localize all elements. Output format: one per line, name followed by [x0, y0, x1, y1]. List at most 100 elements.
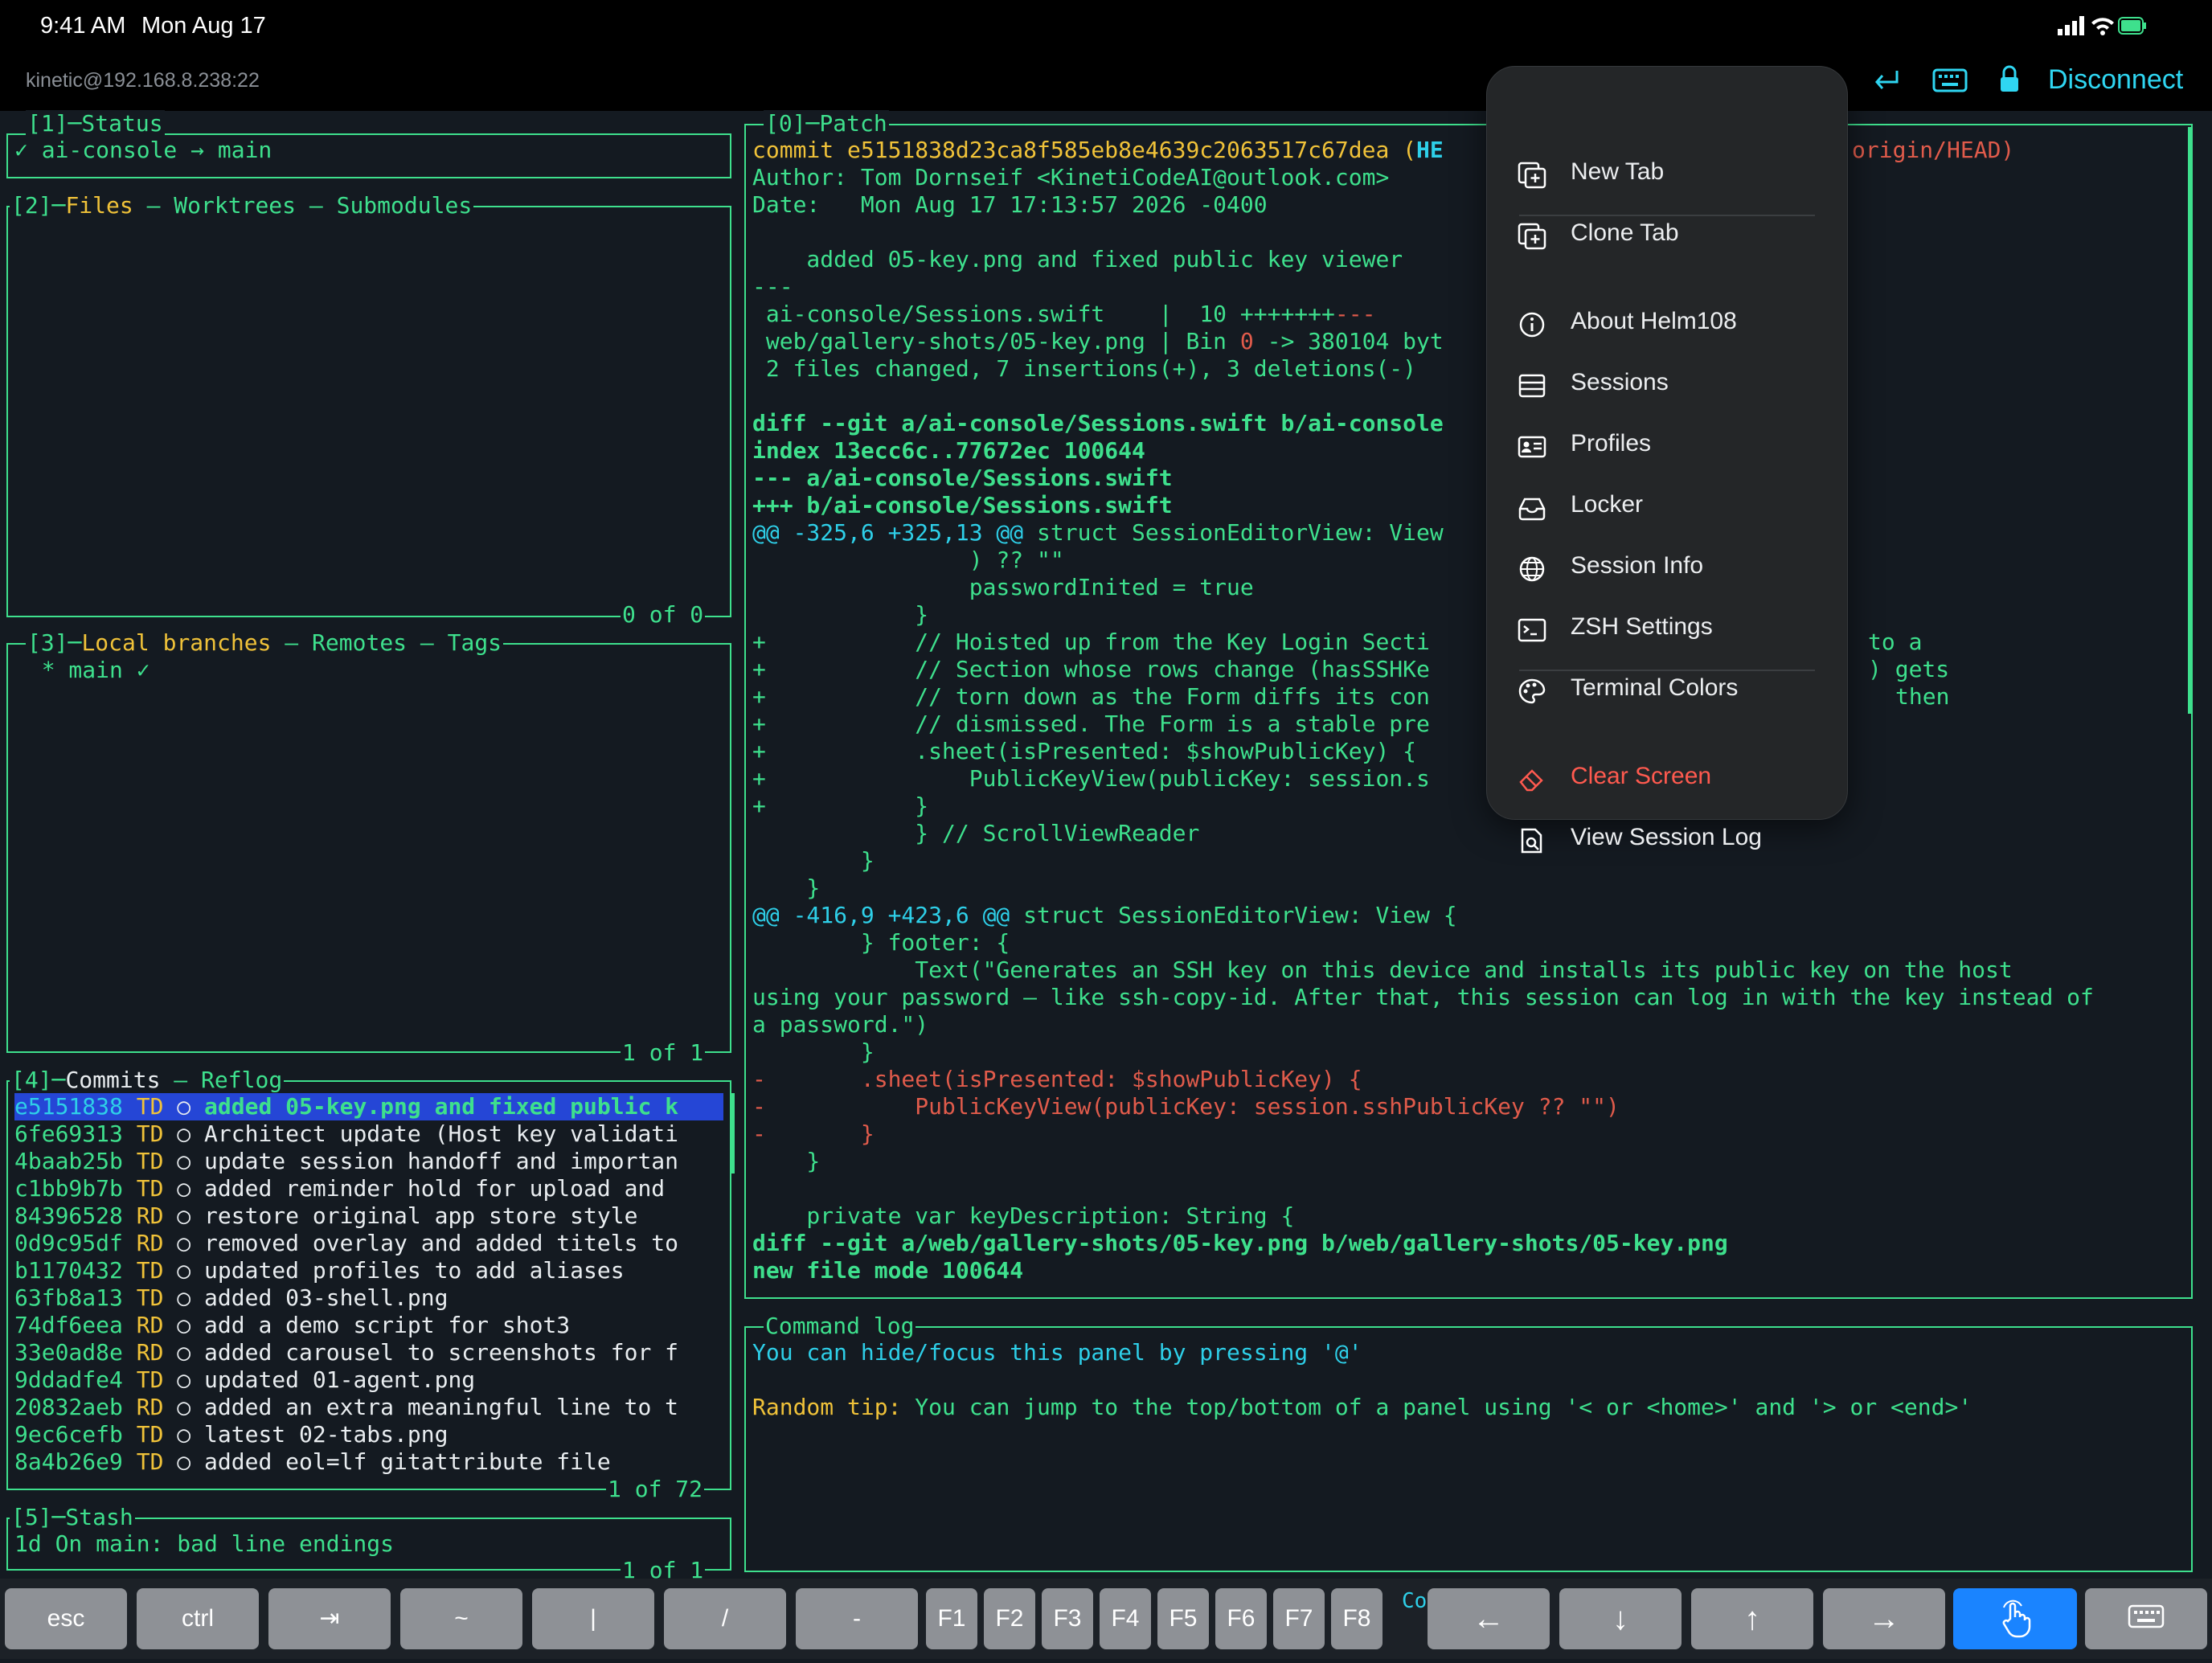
key-f3[interactable]: F3	[1042, 1588, 1093, 1649]
commit-row[interactable]: 4baab25b TD ○ update session handoff and…	[14, 1148, 723, 1175]
commits-panel-title: [4]─Commits – Reflog	[10, 1067, 285, 1094]
patch-hunk-2: @@ -416,9 +423,6 @@ struct SessionEditor…	[752, 902, 1457, 928]
key-tab[interactable]: ⇥	[268, 1588, 391, 1649]
menu-item-zsh-settings[interactable]: ZSH Settings	[1487, 602, 1847, 658]
commit-row[interactable]: 33e0ad8e RD ○ added carousel to screensh…	[14, 1339, 723, 1366]
key-arrow-down[interactable]: ↓	[1559, 1588, 1682, 1649]
menu-item-profiles[interactable]: Profiles	[1487, 419, 1847, 475]
commit-message: latest 02-tabs.png	[204, 1421, 449, 1448]
patch-panel-title: [0]─Patch	[764, 110, 889, 137]
patch-minus-file: --- a/ai-console/Sessions.swift	[752, 465, 1173, 491]
status-panel-title: [1]─Status	[26, 110, 165, 137]
return-icon[interactable]	[1871, 68, 1902, 93]
key-arrow-up[interactable]: ↑	[1691, 1588, 1813, 1649]
commit-row[interactable]: 84396528 RD ○ restore original app store…	[14, 1202, 723, 1230]
key-f1[interactable]: F1	[926, 1588, 977, 1649]
status-date: Mon Aug 17	[141, 13, 266, 39]
commit-message: removed overlay and added titels to	[204, 1230, 679, 1256]
patch-ctx-7: } footer: {	[752, 929, 1010, 956]
key-ctrl[interactable]: ctrl	[137, 1588, 259, 1649]
commit-row[interactable]: 63fb8a13 TD ○ added 03-shell.png	[14, 1284, 723, 1312]
patch-separator: ---	[752, 273, 793, 300]
commit-row[interactable]: e5151838 TD ○ added 05-key.png and fixed…	[14, 1093, 723, 1120]
commit-hash: 9ddadfe4	[14, 1366, 123, 1393]
menu-divider	[1519, 670, 1815, 671]
patch-add-1: + // Hoisted up from the Key Login Secti	[752, 629, 1430, 655]
menu-item-clear-screen[interactable]: Clear Screen	[1487, 752, 1847, 808]
patch-add-3-tail: then	[1895, 683, 1950, 710]
files-panel[interactable]	[6, 206, 731, 617]
commits-scrollbar[interactable]	[730, 1093, 735, 1174]
keyboard-icon[interactable]	[1932, 68, 1968, 95]
menu-item-clone-tab[interactable]: Clone Tab	[1487, 208, 1847, 264]
commit-hash: 6fe69313	[14, 1120, 123, 1147]
key-esc[interactable]: esc	[5, 1588, 127, 1649]
menu-item-about[interactable]: About Helm108	[1487, 297, 1847, 353]
menu-item-terminal-colors[interactable]: Terminal Colors	[1487, 663, 1847, 719]
commits-tab[interactable]: Commits	[65, 1067, 160, 1093]
patch-ctx-8: Text("Generates an SSH key on this devic…	[752, 956, 2013, 983]
hide-keyboard-button[interactable]	[2085, 1588, 2207, 1649]
commit-row[interactable]: 20832aeb RD ○ added an extra meaningful …	[14, 1394, 723, 1421]
menu-item-locker[interactable]: Locker	[1487, 480, 1847, 536]
key-slash[interactable]: /	[664, 1588, 786, 1649]
commit-author: RD	[136, 1312, 164, 1338]
patch-add-3: + // torn down as the Form diffs its con	[752, 683, 1430, 710]
local-branches-tab[interactable]: Local branches	[81, 629, 271, 656]
keyboard-icon	[2128, 1604, 2165, 1628]
commit-row[interactable]: 6fe69313 TD ○ Architect update (Host key…	[14, 1120, 723, 1148]
commit-row[interactable]: b1170432 TD ○ updated profiles to add al…	[14, 1257, 723, 1284]
commit-row[interactable]: 0d9c95df RD ○ removed overlay and added …	[14, 1230, 723, 1257]
patch-ctx-9: using your password — like ssh-copy-id. …	[752, 984, 2094, 1010]
menu-item-new-tab[interactable]: New Tab	[1487, 147, 1847, 203]
host-label: kinetic@192.168.8.238:22	[26, 69, 260, 92]
patch-summary: 2 files changed, 7 insertions(+), 3 dele…	[752, 355, 1417, 382]
menu-item-session-info[interactable]: Session Info	[1487, 541, 1847, 597]
key-f4[interactable]: F4	[1100, 1588, 1151, 1649]
patch-diff-header-1: diff --git a/ai-console/Sessions.swift b…	[752, 410, 1444, 436]
key-dash[interactable]: -	[796, 1588, 918, 1649]
menu-item-sessions[interactable]: Sessions	[1487, 358, 1847, 414]
commit-graph-node: ○	[163, 1394, 205, 1420]
commit-row[interactable]: 74df6eea RD ○ add a demo script for shot…	[14, 1312, 723, 1339]
files-tab[interactable]: Files	[65, 192, 133, 219]
commit-row[interactable]: 9ddadfe4 TD ○ updated 01-agent.png	[14, 1366, 723, 1394]
files-panel-footer: 0 of 0	[621, 601, 706, 629]
key-f8[interactable]: F8	[1331, 1588, 1382, 1649]
key-arrow-right[interactable]: →	[1823, 1588, 1945, 1649]
commit-row[interactable]: 8a4b26e9 TD ○ added eol=lf gitattribute …	[14, 1448, 723, 1476]
key-f6[interactable]: F6	[1215, 1588, 1267, 1649]
commit-row[interactable]: 9ec6cefb TD ○ latest 02-tabs.png	[14, 1421, 723, 1448]
patch-add-1-tail: to a	[1868, 629, 1923, 655]
key-f2[interactable]: F2	[984, 1588, 1035, 1649]
touch-mode-button[interactable]	[1953, 1588, 2077, 1649]
stash-row[interactable]: 1d On main: bad line endings	[14, 1530, 394, 1558]
key-tilde[interactable]: ~	[400, 1588, 522, 1649]
patch-ctx-1: ) ?? ""	[752, 547, 1064, 573]
key-f5[interactable]: F5	[1157, 1588, 1209, 1649]
commit-hash: 74df6eea	[14, 1312, 123, 1338]
command-log-title: Command log	[764, 1313, 916, 1340]
commit-message: added 05-key.png and fixed public k	[204, 1093, 679, 1120]
patch-ctx-10: a password.")	[752, 1011, 929, 1038]
key-f7[interactable]: F7	[1273, 1588, 1325, 1649]
commit-row[interactable]: c1bb9b7b TD ○ added reminder hold for up…	[14, 1175, 723, 1202]
command-log-tip: Random tip: You can jump to the top/bott…	[752, 1394, 1972, 1420]
commit-message: Architect update (Host key validati	[204, 1120, 679, 1147]
patch-ctx-11: }	[752, 1038, 875, 1065]
key-arrow-left[interactable]: ←	[1428, 1588, 1550, 1649]
patch-scrollbar[interactable]	[2188, 127, 2193, 714]
branches-panel[interactable]	[6, 643, 731, 1053]
eraser-icon	[1519, 769, 1543, 792]
commit-graph-node: ○	[163, 1202, 205, 1229]
key-pipe[interactable]: |	[532, 1588, 654, 1649]
patch-date: Date: Mon Aug 17 17:13:57 2026 -0400	[752, 191, 1268, 218]
patch-ctx-3: }	[752, 601, 929, 628]
commit-graph-node: ○	[163, 1148, 205, 1174]
branch-row-main[interactable]: * main ✓	[14, 657, 150, 684]
lock-icon[interactable]	[1998, 64, 2021, 95]
disconnect-button[interactable]: Disconnect	[2048, 64, 2183, 96]
patch-hunk-1: @@ -325,6 +325,13 @@ struct SessionEdito…	[752, 519, 1444, 546]
patch-diff-header-2: diff --git a/web/gallery-shots/05-key.pn…	[752, 1230, 1728, 1256]
menu-item-view-session-log[interactable]: View Session Log	[1487, 813, 1847, 869]
